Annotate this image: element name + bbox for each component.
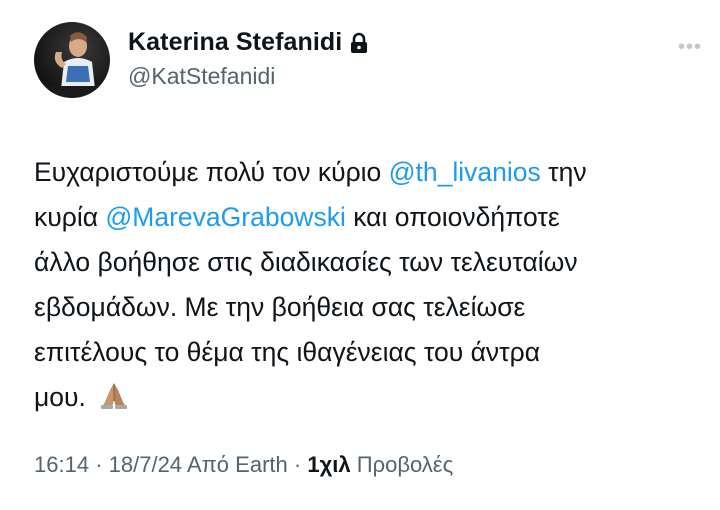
tweet-text-segment: μου. xyxy=(34,382,94,412)
tweet-text-line: μου. xyxy=(34,375,704,424)
tweet-text-line: κυρία @MarevaGrabowski και οποιονδήποτε xyxy=(34,195,704,240)
user-handle[interactable]: @KatStefanidi xyxy=(128,63,275,90)
avatar[interactable] xyxy=(34,22,110,98)
tweet-text-segment: κυρία xyxy=(34,202,106,232)
mention-link[interactable]: @th_livanios xyxy=(389,157,541,187)
views-count[interactable]: 1χιλ xyxy=(307,452,350,477)
praying-hands-icon xyxy=(99,379,129,424)
tweet-text-segment: την xyxy=(540,157,587,187)
tweet-text-segment: εβδομάδων. Με την βοήθεια σας τελείωσε xyxy=(34,292,526,322)
views-label[interactable]: Προβολές xyxy=(357,452,454,477)
tweet-text-segment: Ευχαριστούμε πολύ τον κύριο xyxy=(34,157,389,187)
separator-dot: · xyxy=(95,452,109,477)
tweet-text-line: άλλο βοήθησε στις διαδικασίες των τελευτ… xyxy=(34,240,704,285)
display-name[interactable]: Katerina Stefanidi xyxy=(128,28,342,57)
lock-icon xyxy=(350,32,368,54)
avatar-photo xyxy=(34,32,110,98)
more-dots-icon[interactable]: ••• xyxy=(678,36,702,59)
tweet-text-line: επιτέλους το θέμα της ιθαγένειας του άντ… xyxy=(34,330,704,375)
tweet-text: Ευχαριστούμε πολύ τον κύριο @th_livanios… xyxy=(34,150,704,424)
tweet-text-segment: και οποιονδήποτε xyxy=(345,202,560,232)
tweet-date[interactable]: 18/7/24 xyxy=(109,452,182,477)
tweet-text-line: εβδομάδων. Με την βοήθεια σας τελείωσε xyxy=(34,285,704,330)
tweet-text-segment: άλλο βοήθησε στις διαδικασίες των τελευτ… xyxy=(34,247,578,277)
tweet-time[interactable]: 16:14 xyxy=(34,452,89,477)
tweet-text-line: Ευχαριστούμε πολύ τον κύριο @th_livanios… xyxy=(34,150,704,195)
tweet-card: Katerina Stefanidi @KatStefanidi ••• Ευχ… xyxy=(0,0,720,510)
tweet-meta: 16:14 · 18/7/24 Από Earth · 1χιλ Προβολέ… xyxy=(34,452,453,478)
separator-dot: · xyxy=(293,452,308,477)
tweet-text-segment: επιτέλους το θέμα της ιθαγένειας του άντ… xyxy=(34,337,541,367)
tweet-source: Από Earth xyxy=(186,452,288,477)
mention-link[interactable]: @MarevaGrabowski xyxy=(105,202,345,232)
display-name-row: Katerina Stefanidi xyxy=(128,28,368,57)
